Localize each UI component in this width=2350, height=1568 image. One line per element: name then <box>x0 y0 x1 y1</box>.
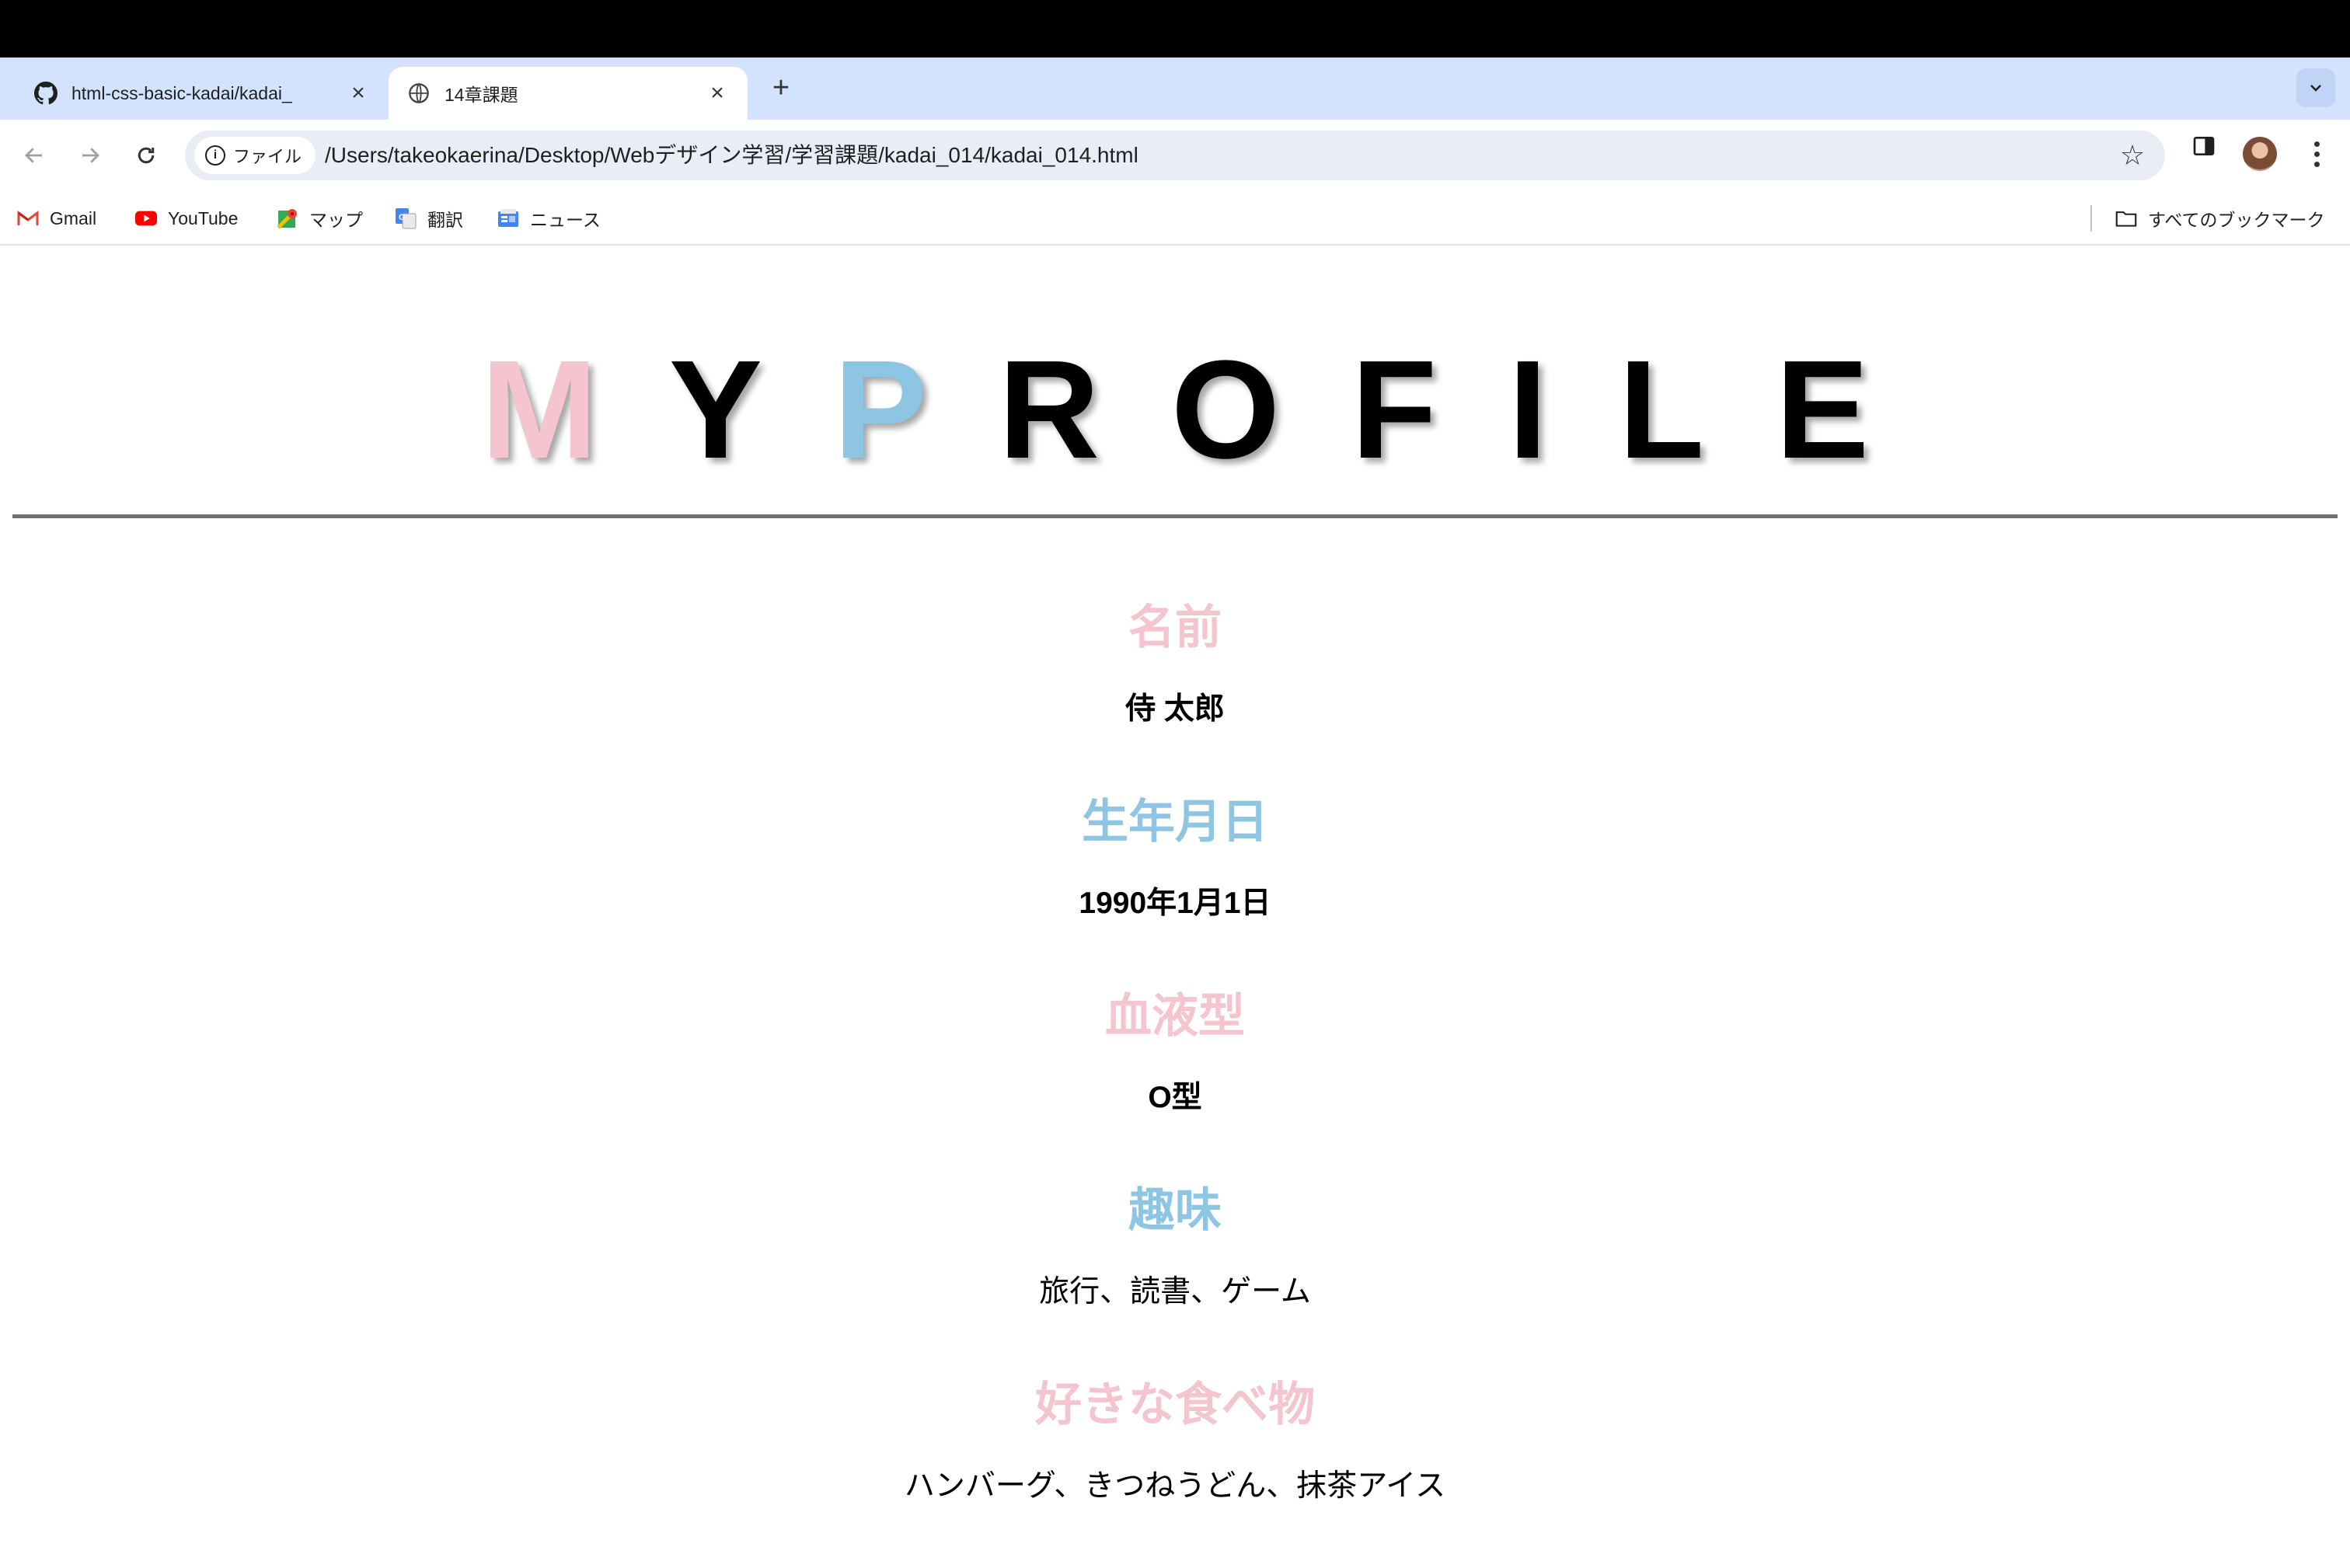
label-birthday: 生年月日 <box>1082 796 1268 848</box>
reload-icon <box>138 147 155 164</box>
side-panel-icon <box>2193 137 2215 155</box>
back-button[interactable] <box>16 137 53 174</box>
bookmark-maps[interactable]: マップ <box>277 202 363 235</box>
label-hobbies: 趣味 <box>1128 1184 1222 1236</box>
headline-letter: I <box>1508 332 1620 488</box>
translate-icon: G <box>395 207 417 229</box>
gmail-icon <box>17 207 39 229</box>
svg-text:G: G <box>399 213 406 222</box>
headline-letter: F <box>1351 332 1508 488</box>
youtube-icon <box>135 207 157 229</box>
value-birthday: 1990年1月1日 <box>1079 887 1271 920</box>
value-name: 侍 太郎 <box>1125 692 1225 726</box>
bookmark-translate[interactable]: G 翻訳 <box>395 202 463 235</box>
reload-button[interactable] <box>127 137 165 174</box>
browser-toolbar: i ファイル /Users/takeokaerina/Desktop/Webデザ… <box>0 120 2350 191</box>
window-top-bar <box>0 0 2350 57</box>
chip-label: ファイル <box>233 147 302 166</box>
close-icon[interactable]: × <box>347 80 370 106</box>
globe-icon <box>407 82 431 105</box>
url-text[interactable]: /Users/takeokaerina/Desktop/Webデザイン学習/学習… <box>325 131 1138 180</box>
headline-letter: M <box>480 332 669 488</box>
label-blood-type: 血液型 <box>1105 990 1245 1042</box>
bookmarks-bar: Gmail YouTube マップ G 翻訳 ニュース すべてのブックマーク <box>0 191 2350 246</box>
bookmark-gmail[interactable]: Gmail <box>17 202 96 235</box>
tab-search-button[interactable] <box>2296 68 2335 107</box>
more-menu-icon[interactable] <box>2305 137 2328 171</box>
tab-strip: html-css-basic-kadai/kadai_ × 14章課題 × <box>0 57 2350 120</box>
bookmark-news[interactable]: ニュース <box>497 202 601 235</box>
all-bookmarks-button[interactable]: すべてのブックマーク <box>2115 202 2324 235</box>
forward-button[interactable] <box>71 137 109 174</box>
page-title: MYPROFILE <box>0 340 2350 480</box>
label-favorite-food: 好きな食べ物 <box>1035 1378 1315 1430</box>
github-icon <box>34 82 58 105</box>
value-hobbies: 旅行、読書、ゲーム <box>1039 1275 1311 1308</box>
bookmarks-separator <box>2090 205 2092 232</box>
headline-letter: Y <box>668 332 834 488</box>
headline-letter: L <box>1619 332 1776 488</box>
tab-14-kadai[interactable]: 14章課題 × <box>389 67 748 120</box>
profile-list: 名前 侍 太郎 生年月日 1990年1月1日 血液型 O型 趣味 旅行、読書、ゲ… <box>0 597 2350 1568</box>
folder-icon <box>2115 207 2137 229</box>
headline-letter: E <box>1775 332 1941 488</box>
profile-avatar[interactable] <box>2243 137 2277 171</box>
news-icon <box>497 207 519 229</box>
address-bar[interactable]: i ファイル /Users/takeokaerina/Desktop/Webデザ… <box>185 131 2165 180</box>
headline-letter: O <box>1171 332 1352 488</box>
tab-title: html-css-basic-kadai/kadai_ <box>71 82 292 103</box>
side-panel-button[interactable] <box>2188 131 2219 162</box>
title-divider <box>12 514 2338 518</box>
headline-letter: P <box>833 332 999 488</box>
label-name: 名前 <box>1128 601 1222 653</box>
value-favorite-food: ハンバーグ、きつねうどん、抹茶アイス <box>904 1469 1446 1503</box>
close-icon[interactable]: × <box>706 80 729 106</box>
headline-letter: R <box>999 332 1172 488</box>
bookmark-star-icon[interactable]: ☆ <box>2117 140 2148 171</box>
info-icon: i <box>205 145 225 166</box>
page-content: MYPROFILE 名前 侍 太郎 生年月日 1990年1月1日 血液型 O型 … <box>0 247 2350 1526</box>
forward-arrow-icon <box>82 148 99 163</box>
tab-github[interactable]: html-css-basic-kadai/kadai_ × <box>16 67 389 120</box>
site-info-chip[interactable]: i ファイル <box>194 137 316 174</box>
bookmark-youtube[interactable]: YouTube <box>135 202 238 235</box>
value-blood-type: O型 <box>1148 1081 1202 1114</box>
new-tab-button[interactable]: + <box>765 70 797 106</box>
chevron-down-icon <box>2310 85 2321 92</box>
back-arrow-icon <box>25 148 42 163</box>
tab-title: 14章課題 <box>445 85 518 105</box>
maps-icon <box>277 207 298 229</box>
